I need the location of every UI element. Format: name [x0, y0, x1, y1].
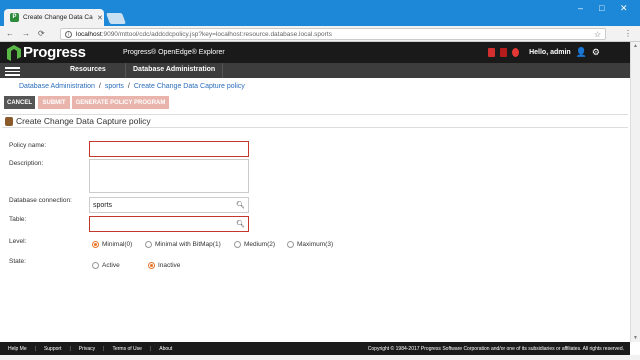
scroll-up-icon[interactable]: ▲ — [633, 43, 638, 49]
radio-icon[interactable] — [92, 262, 99, 269]
status-icon[interactable] — [488, 48, 496, 57]
breadcrumb-current[interactable]: Create Change Data Capture policy — [134, 83, 245, 90]
state-label: State: — [9, 258, 26, 265]
generate-policy-program-button[interactable]: GENERATE POLICY PROGRAM — [72, 96, 169, 109]
nav-item-database-administration[interactable]: Database Administration — [133, 66, 215, 73]
vertical-scrollbar[interactable]: ▲ ▼ — [630, 42, 640, 342]
level-radio-minimal-bitmap[interactable]: Minimal with BitMap(1) — [145, 241, 221, 248]
submit-button[interactable]: SUBMIT — [38, 96, 70, 109]
greeting: Hello, admin — [529, 49, 571, 56]
breadcrumb-separator: / — [127, 83, 130, 90]
search-icon[interactable]: 🔍︎ — [236, 201, 245, 209]
level-label: Level: — [9, 238, 27, 245]
back-icon[interactable]: ← — [6, 29, 14, 38]
logo-text: Progress — [23, 44, 86, 61]
panel-title: Create Change Data Capture policy — [16, 116, 151, 126]
description-textarea[interactable] — [89, 159, 249, 193]
forward-icon[interactable]: → — [22, 29, 30, 38]
cancel-button[interactable]: CANCEL — [4, 96, 35, 109]
footer-link-privacy[interactable]: Privacy — [79, 346, 95, 352]
gear-icon[interactable]: ⚙ — [592, 47, 600, 58]
footer-separator: | — [69, 345, 71, 352]
product-name: Progress® OpenEdge® Explorer — [123, 49, 225, 56]
nav-divider — [125, 63, 126, 78]
browser-tab[interactable]: P Create Change Data Cap ✕ — [4, 9, 104, 26]
panel-header: Create Change Data Capture policy — [2, 114, 628, 128]
radio-icon[interactable] — [145, 241, 152, 248]
horizontal-scrollbar[interactable] — [0, 355, 640, 360]
radio-label: Maximum(3) — [297, 241, 334, 248]
state-radio-active[interactable]: Active — [92, 262, 120, 269]
tab-title: Create Change Data Cap — [23, 14, 93, 21]
minimize-icon[interactable]: – — [578, 3, 583, 13]
table-input[interactable]: 🔍︎ — [89, 216, 249, 232]
breadcrumb: Database Administration / sports / Creat… — [19, 83, 245, 90]
new-tab-button[interactable] — [105, 13, 127, 24]
radio-label: Active — [102, 262, 120, 269]
info-icon[interactable]: i — [65, 30, 72, 38]
footer-separator: | — [103, 345, 105, 352]
footer-separator: | — [34, 345, 36, 352]
footer-link-support[interactable]: Support — [44, 346, 62, 352]
browser-titlebar: P Create Change Data Cap ✕ – □ ✕ — [0, 0, 640, 26]
state-radio-inactive[interactable]: Inactive — [148, 262, 180, 269]
radio-icon[interactable] — [287, 241, 294, 248]
browser-menu-icon[interactable]: ⋮ — [624, 29, 632, 38]
header-right: Hello, admin 👤 ⚙ — [488, 47, 600, 58]
radio-label: Minimal(0) — [102, 241, 133, 248]
database-connection-label: Database connection: — [9, 197, 72, 204]
footer-separator: | — [149, 345, 152, 352]
search-icon[interactable]: 🔍︎ — [236, 220, 245, 228]
bookmark-star-icon[interactable]: ☆ — [594, 30, 601, 39]
database-connection-input[interactable]: sports 🔍︎ — [89, 197, 249, 213]
footer-link-help[interactable]: Help Me — [8, 346, 27, 352]
database-connection-value: sports — [93, 201, 113, 209]
footer-link-about[interactable]: About — [159, 346, 172, 352]
hamburger-menu-icon[interactable] — [5, 65, 20, 76]
scroll-down-icon[interactable]: ▼ — [633, 335, 638, 341]
level-radio-maximum[interactable]: Maximum(3) — [287, 241, 333, 248]
breadcrumb-separator: / — [98, 83, 101, 90]
nav-item-resources[interactable]: Resources — [70, 66, 106, 73]
database-icon — [5, 116, 13, 126]
radio-label: Medium(2) — [244, 241, 276, 248]
nav-divider — [222, 63, 223, 78]
copyright-text: Copyright © 1984-2017 Progress Software … — [367, 345, 624, 352]
radio-selected-icon[interactable] — [148, 262, 155, 269]
footer-link-terms[interactable]: Terms of Use — [112, 346, 141, 352]
description-label: Description: — [9, 160, 44, 167]
policy-name-input[interactable] — [89, 141, 249, 157]
status-icon[interactable] — [500, 48, 508, 57]
maximize-icon[interactable]: □ — [599, 3, 604, 13]
close-icon[interactable]: ✕ — [97, 14, 103, 22]
table-label: Table: — [9, 216, 27, 223]
progress-logo[interactable]: Progress — [5, 44, 86, 61]
url-input[interactable]: i localhost:9090/mttool/cdc/addcdcpolicy… — [60, 28, 606, 40]
breadcrumb-sports[interactable]: sports — [105, 83, 124, 90]
radio-icon[interactable] — [234, 241, 241, 248]
radio-selected-icon[interactable] — [92, 241, 99, 248]
level-radio-minimal[interactable]: Minimal(0) — [92, 241, 132, 248]
window-close-icon[interactable]: ✕ — [620, 3, 628, 14]
radio-label: Minimal with BitMap(1) — [155, 241, 221, 248]
reload-icon[interactable]: ⟳ — [38, 29, 45, 38]
level-radio-medium[interactable]: Medium(2) — [234, 241, 275, 248]
main-nav: Resources Database Administration — [0, 63, 630, 78]
user-icon[interactable]: 👤 — [576, 47, 587, 58]
policy-name-label: Policy name: — [9, 142, 47, 149]
address-bar: ← → ⟳ i localhost:9090/mttool/cdc/addcdc… — [0, 26, 640, 42]
alert-icon[interactable] — [512, 48, 520, 57]
breadcrumb-database-administration[interactable]: Database Administration — [19, 83, 95, 90]
footer: Help Me | Support | Privacy | Terms of U… — [0, 342, 630, 355]
favicon-icon: P — [10, 13, 19, 22]
radio-label: Inactive — [158, 262, 181, 269]
progress-logo-icon — [7, 44, 21, 61]
url-text: localhost:9090/mttool/cdc/addcdcpolicy.j… — [76, 30, 332, 38]
app-header: Progress Progress® OpenEdge® Explorer He… — [0, 42, 630, 63]
